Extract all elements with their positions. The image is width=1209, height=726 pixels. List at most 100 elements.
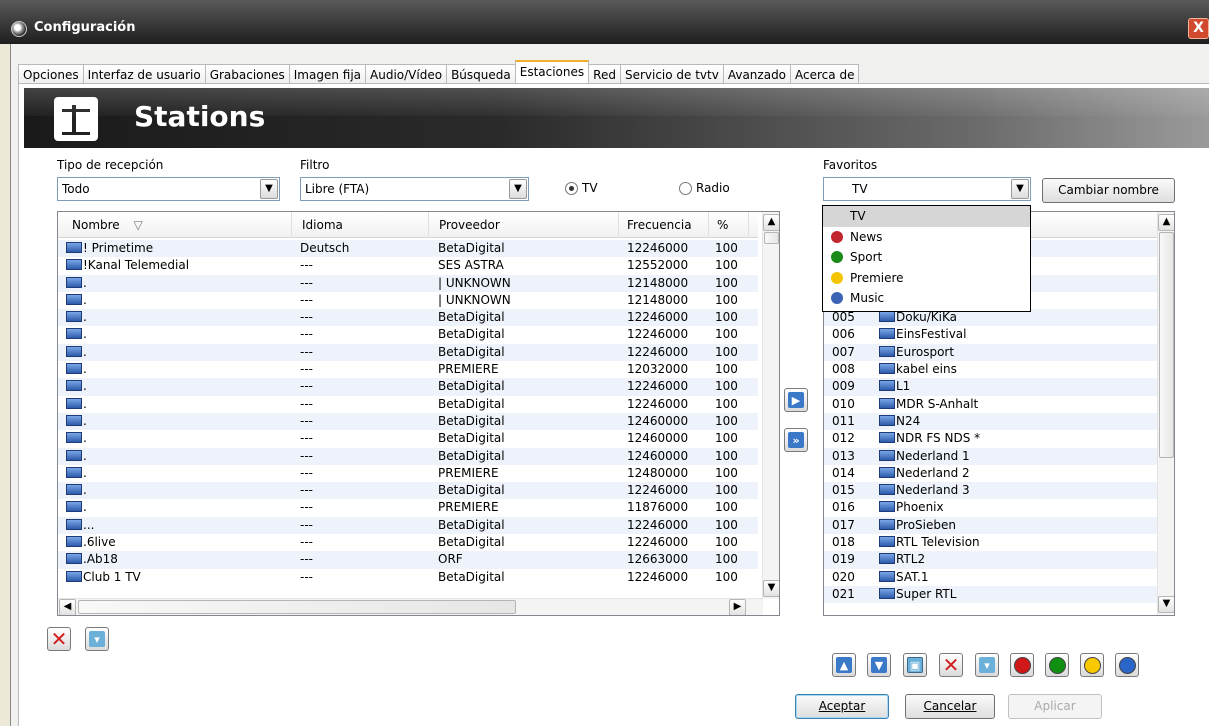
chevron-down-icon[interactable]: ▼ (509, 179, 527, 199)
column-header-percent[interactable]: % (709, 212, 749, 238)
dropdown-option-tv[interactable]: TV (823, 206, 1030, 227)
rename-button[interactable]: Cambiar nombre (1042, 178, 1175, 203)
radio-unselected-icon[interactable] (679, 181, 692, 195)
dropdown-option-sport[interactable]: Sport (823, 247, 1030, 268)
station-row[interactable]: . --- BetaDigital 12246000 100 (58, 482, 758, 500)
station-row[interactable]: . --- PREMIERE 11876000 100 (58, 499, 758, 516)
station-frequency: 12032000 (627, 362, 689, 377)
favorite-row[interactable]: 009 L1 (824, 378, 1157, 396)
scroll-left-icon[interactable]: ◀ (59, 599, 76, 615)
red-list-button[interactable] (1010, 653, 1034, 677)
blue-circle-icon (1118, 656, 1136, 674)
chevron-down-icon[interactable]: ▼ (1011, 179, 1029, 199)
column-header-provider[interactable]: Proveedor (429, 212, 619, 238)
scroll-down-icon[interactable]: ▼ (763, 580, 779, 597)
cancel-button[interactable]: Cancelar (905, 694, 995, 719)
reception-select[interactable]: Todo ▼ (57, 177, 280, 201)
stations-list[interactable]: Nombre ▽ Idioma Proveedor Frecuencia % !… (57, 211, 780, 616)
stations-hscroll[interactable]: ◀ ▶ (58, 598, 763, 615)
blue-list-button[interactable] (1115, 653, 1139, 677)
station-row[interactable]: . --- BetaDigital 12246000 100 (58, 378, 758, 396)
station-row[interactable]: . --- BetaDigital 12460000 100 (58, 447, 758, 465)
scroll-right-icon[interactable]: ▶ (729, 599, 746, 615)
favorite-row[interactable]: 016 Phoenix (824, 499, 1157, 516)
station-name-cell: . (66, 396, 87, 413)
apply-button[interactable]: Aplicar (1008, 694, 1102, 719)
station-row[interactable]: . --- BetaDigital 12246000 100 (58, 343, 758, 362)
move-up-button[interactable]: ▲ (832, 653, 856, 677)
tv-radio[interactable]: TV (565, 181, 598, 195)
station-row[interactable]: . --- BetaDigital 12246000 100 (58, 309, 758, 327)
dropdown-option-news[interactable]: News (823, 227, 1030, 248)
scroll-up-icon[interactable]: ▲ (1158, 214, 1174, 231)
add-all-button[interactable]: » (784, 428, 808, 452)
scroll-thumb[interactable] (78, 600, 516, 614)
scroll-down-icon[interactable]: ▼ (1158, 596, 1174, 613)
stations-vscroll[interactable]: ▲ ▼ (762, 212, 779, 599)
favorite-row[interactable]: 007 Eurosport (824, 343, 1157, 362)
station-row[interactable]: . --- BetaDigital 12246000 100 (58, 326, 758, 343)
favorite-row[interactable]: 019 RTL2 (824, 551, 1157, 569)
filter-select[interactable]: Libre (FTA) ▼ (300, 177, 529, 201)
accept-button[interactable]: Aceptar (795, 694, 889, 719)
scroll-up-icon[interactable]: ▲ (763, 214, 779, 231)
favorite-row[interactable]: 012 NDR FS NDS * (824, 430, 1157, 447)
station-row[interactable]: .6live --- BetaDigital 12246000 100 (58, 534, 758, 551)
station-row[interactable]: ! Primetime Deutsch BetaDigital 12246000 100 (58, 240, 758, 258)
favorite-row[interactable]: 015 Nederland 3 (824, 482, 1157, 500)
station-row[interactable]: . --- | UNKNOWN 12148000 100 (58, 292, 758, 309)
station-row[interactable]: Club 1 TV --- BetaDigital 12246000 100 (58, 569, 758, 586)
move-down-button[interactable]: ▼ (867, 653, 891, 677)
news-dot-icon (831, 230, 843, 243)
column-header-name[interactable]: Nombre ▽ (58, 212, 292, 238)
yellow-list-button[interactable] (1080, 653, 1104, 677)
add-station-button[interactable]: ▶ (784, 388, 808, 412)
edit-logo-button[interactable]: ▣ (903, 653, 927, 677)
station-name: . (83, 327, 87, 342)
column-header-language[interactable]: Idioma (292, 212, 429, 238)
scroll-thumb[interactable] (764, 232, 779, 244)
favorite-row[interactable]: 014 Nederland 2 (824, 465, 1157, 482)
tv-icon (879, 570, 895, 582)
favorite-row[interactable]: 020 SAT.1 (824, 569, 1157, 586)
favorites-select[interactable]: TV ▼ (823, 177, 1031, 201)
clean-stations-button[interactable]: ▾ (85, 627, 109, 651)
station-name: . (83, 396, 87, 411)
favorite-row[interactable]: 018 RTL Television (824, 534, 1157, 551)
scroll-thumb[interactable] (1159, 232, 1174, 458)
station-row[interactable]: .Ab18 --- ORF 12663000 100 (58, 551, 758, 569)
favorites-dropdown[interactable]: TV News Sport Premiere Music (822, 205, 1031, 312)
filter-label: Filtro (300, 158, 330, 172)
delete-station-button[interactable]: ✕ (47, 627, 71, 651)
favorite-row[interactable]: 010 MDR S-Anhalt (824, 396, 1157, 413)
dropdown-option-music[interactable]: Music (823, 288, 1030, 309)
station-row[interactable]: . --- PREMIERE 12480000 100 (58, 465, 758, 482)
favorite-row[interactable]: 013 Nederland 1 (824, 447, 1157, 465)
radio-radio[interactable]: Radio (679, 181, 730, 195)
green-list-button[interactable] (1045, 653, 1069, 677)
clean-favorites-button[interactable]: ▾ (975, 653, 999, 677)
station-row[interactable]: . --- BetaDigital 12246000 100 (58, 396, 758, 413)
favorites-vscroll[interactable]: ▲ ▼ (1157, 212, 1174, 615)
station-row[interactable]: . --- PREMIERE 12032000 100 (58, 361, 758, 378)
title-bar: Configuración X (0, 0, 1209, 44)
close-button[interactable]: X (1188, 18, 1209, 39)
station-row[interactable]: !Kanal Telemedial --- SES ASTRA 12552000 100 (58, 257, 758, 274)
station-provider: BetaDigital (438, 379, 505, 394)
favorite-row[interactable]: 006 EinsFestival (824, 326, 1157, 343)
station-row[interactable]: ... --- BetaDigital 12246000 100 (58, 516, 758, 535)
station-row[interactable]: . --- BetaDigital 12460000 100 (58, 430, 758, 447)
column-header-frequency[interactable]: Frecuencia (619, 212, 709, 238)
dropdown-option-premiere[interactable]: Premiere (823, 268, 1030, 289)
station-row[interactable]: . --- | UNKNOWN 12148000 100 (58, 274, 758, 292)
favorite-name: RTL2 (896, 552, 926, 567)
radio-selected-icon[interactable] (565, 181, 578, 195)
station-row[interactable]: . --- BetaDigital 12460000 100 (58, 412, 758, 431)
chevron-down-icon[interactable]: ▼ (260, 179, 278, 199)
favorite-number: 008 (832, 362, 855, 377)
remove-favorite-button[interactable]: ✕ (939, 653, 963, 677)
favorite-row[interactable]: 011 N24 (824, 412, 1157, 431)
favorite-row[interactable]: 017 ProSieben (824, 516, 1157, 535)
favorite-row[interactable]: 021 Super RTL (824, 585, 1157, 604)
favorite-row[interactable]: 008 kabel eins (824, 361, 1157, 378)
